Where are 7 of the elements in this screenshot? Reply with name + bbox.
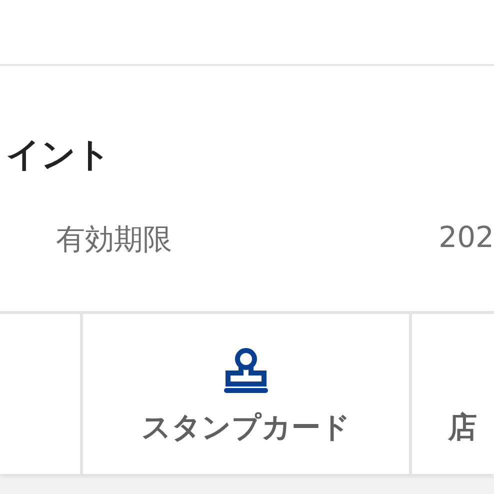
menu-tile[interactable] bbox=[0, 314, 80, 474]
expiry-label: 有効期限 bbox=[56, 221, 172, 258]
stamp-icon bbox=[222, 348, 270, 394]
expiry-date: 202 bbox=[438, 220, 494, 256]
menu-tile[interactable]: スタンプカード bbox=[83, 314, 409, 474]
card-title: イント bbox=[6, 134, 111, 177]
menu-tile[interactable]: 店 bbox=[412, 314, 494, 474]
